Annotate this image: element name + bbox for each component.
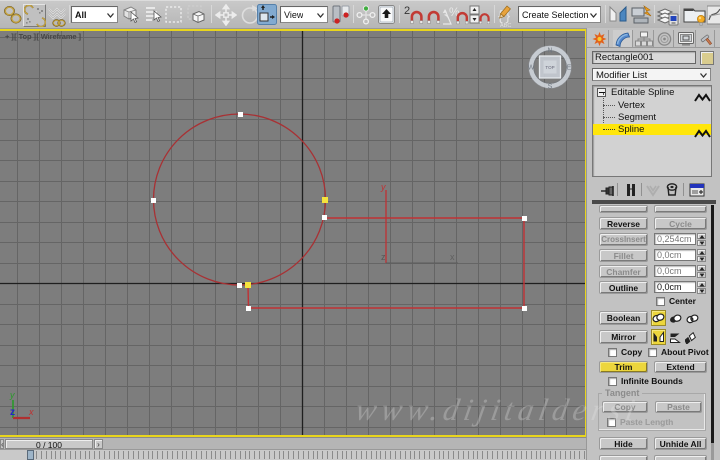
svg-text:E: E (567, 65, 572, 72)
svg-text:W: W (528, 65, 535, 72)
svg-text:TOP: TOP (545, 65, 554, 70)
svg-text:x: x (450, 252, 455, 262)
svg-text:N: N (547, 48, 552, 55)
svg-text:S: S (548, 84, 553, 91)
svg-text:z: z (10, 407, 15, 418)
svg-text:y: y (9, 390, 15, 400)
svg-text:z: z (381, 252, 386, 262)
svg-text:x: x (28, 407, 34, 417)
svg-text:2: 2 (404, 5, 410, 17)
svg-text:ABC: ABC (500, 23, 511, 28)
svg-text:y: y (380, 182, 386, 192)
